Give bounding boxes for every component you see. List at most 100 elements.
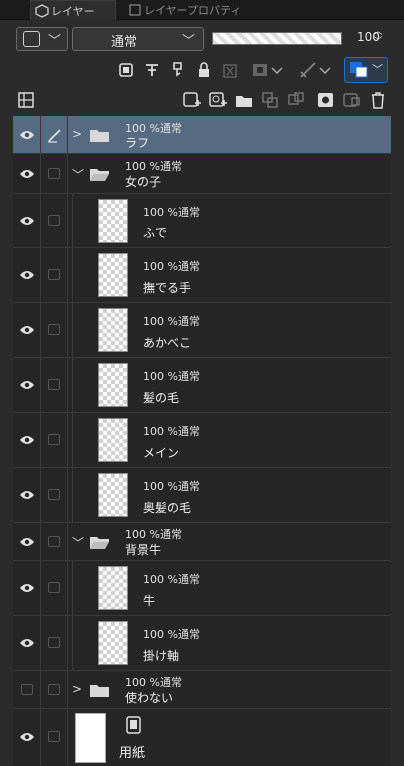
lock-checkbox[interactable] bbox=[48, 379, 60, 390]
layer-settings-row: ﹀ 通常 ﹀ 100 ︿ ﹀ bbox=[0, 24, 404, 54]
draft-layer-icon[interactable] bbox=[142, 60, 162, 80]
layer-row-girl[interactable]: ﹀ 100 %通常 女の子 bbox=[13, 154, 391, 194]
eye-icon[interactable] bbox=[19, 489, 35, 501]
eye-icon[interactable] bbox=[19, 324, 35, 336]
combine-icon[interactable] bbox=[286, 90, 306, 110]
mask-apply-icon[interactable] bbox=[342, 90, 362, 110]
layer-settings-icon[interactable] bbox=[16, 90, 36, 110]
layer-row-rough[interactable]: > 100 %通常 ラフ bbox=[13, 116, 391, 154]
eye-icon[interactable] bbox=[19, 731, 35, 743]
layer-name: 牛 bbox=[143, 594, 156, 608]
opacity-stepper[interactable]: ︿ ﹀ bbox=[371, 27, 385, 49]
layer-row-unused[interactable]: > 100 %通常 使わない bbox=[13, 671, 391, 709]
eye-icon[interactable] bbox=[19, 168, 35, 180]
opacity-slider[interactable] bbox=[212, 32, 342, 45]
layer-name: 使わない bbox=[125, 691, 174, 705]
layer-row-nade[interactable]: 100 %通常 撫でる手 bbox=[13, 248, 391, 303]
lock-checkbox[interactable] bbox=[48, 269, 60, 280]
lock-checkbox[interactable] bbox=[48, 536, 60, 547]
layer-name: 掛け軸 bbox=[143, 649, 180, 663]
expression-color-button[interactable]: ﹀ bbox=[16, 27, 68, 51]
layer-row-paper[interactable]: 用紙 bbox=[13, 709, 391, 766]
property-tab-icon bbox=[129, 4, 141, 16]
layer-thumbnail bbox=[98, 253, 128, 297]
eye-icon[interactable] bbox=[19, 269, 35, 281]
blend-mode-value: 通常 bbox=[111, 35, 138, 50]
layer-name: 用紙 bbox=[119, 746, 146, 761]
chevron-down-icon[interactable] bbox=[270, 60, 284, 80]
new-vector-layer-icon[interactable] bbox=[208, 90, 228, 110]
layer-thumbnail bbox=[98, 418, 128, 462]
eye-icon[interactable] bbox=[19, 582, 35, 594]
lock-checkbox[interactable] bbox=[48, 684, 60, 695]
folder-icon bbox=[90, 130, 109, 142]
chevron-down-icon: ﹀ bbox=[48, 34, 62, 49]
eye-icon[interactable] bbox=[19, 129, 35, 141]
chevron-down-icon[interactable]: ﹀ bbox=[72, 534, 84, 551]
tab-layer-label: レイヤー bbox=[51, 4, 95, 18]
lock-checkbox[interactable] bbox=[48, 731, 60, 742]
layer-list: > 100 %通常 ラフ ﹀ 100 %通常 女の子 100 %通常 ふで 10… bbox=[13, 116, 391, 766]
chevron-right-icon[interactable]: > bbox=[72, 127, 82, 141]
layer-thumbnail bbox=[98, 473, 128, 517]
delete-icon[interactable] bbox=[368, 90, 388, 110]
eye-icon[interactable] bbox=[19, 215, 35, 227]
layer-row-backhair[interactable]: 100 %通常 奥髪の毛 bbox=[13, 468, 391, 523]
lock-checkbox[interactable] bbox=[48, 215, 60, 226]
layer-lock-row: ﹀ bbox=[0, 56, 404, 84]
lock-checkbox[interactable] bbox=[48, 582, 60, 593]
layer-row-fude[interactable]: 100 %通常 ふで bbox=[13, 194, 391, 248]
layer-row-main[interactable]: 100 %通常 メイン bbox=[13, 413, 391, 468]
visibility-checkbox[interactable] bbox=[21, 684, 33, 695]
blend-mode-select[interactable]: 通常 ﹀ bbox=[72, 27, 204, 51]
layer-name: 奥髪の毛 bbox=[143, 501, 192, 515]
layer-name: 髪の毛 bbox=[143, 391, 180, 405]
opacity-slider-fill bbox=[213, 33, 341, 44]
lock-checkbox[interactable] bbox=[48, 489, 60, 500]
tab-layer[interactable]: レイヤー bbox=[30, 0, 116, 20]
layer-tab-icon bbox=[35, 4, 49, 18]
layer-row-bgcow[interactable]: ﹀ 100 %通常 背景牛 bbox=[13, 523, 391, 561]
paper-thumbnail bbox=[75, 713, 106, 763]
lock-checkbox[interactable] bbox=[48, 637, 60, 648]
panel-tab-bar: レイヤー レイヤープロパティ bbox=[0, 0, 404, 20]
mask-create-icon[interactable] bbox=[316, 90, 336, 110]
new-raster-layer-icon[interactable] bbox=[182, 90, 202, 110]
chevron-down-icon[interactable] bbox=[318, 60, 332, 80]
layer-thumbnail bbox=[98, 621, 128, 665]
chevron-down-icon[interactable]: ﹀ bbox=[72, 166, 84, 183]
layer-meta: 100 %通常 bbox=[143, 480, 200, 493]
layer-meta: 100 %通常 bbox=[125, 160, 182, 173]
layer-name: ふで bbox=[143, 226, 168, 240]
mask-icon[interactable] bbox=[250, 60, 270, 80]
reference-layer-icon[interactable] bbox=[116, 60, 136, 80]
layer-row-scroll[interactable]: 100 %通常 掛け軸 bbox=[13, 616, 391, 671]
layer-meta: 100 %通常 bbox=[143, 315, 200, 328]
eye-icon[interactable] bbox=[19, 536, 35, 548]
layer-command-row bbox=[0, 86, 404, 114]
lock-checkbox[interactable] bbox=[48, 434, 60, 445]
layer-thumbnail bbox=[98, 199, 128, 243]
lock-checkbox[interactable] bbox=[48, 324, 60, 335]
layer-row-cow[interactable]: 100 %通常 牛 bbox=[13, 561, 391, 616]
clip-icon[interactable] bbox=[168, 60, 188, 80]
lock-icon[interactable] bbox=[194, 60, 214, 80]
layer-color-button[interactable]: ﹀ bbox=[344, 57, 388, 83]
eye-icon[interactable] bbox=[19, 637, 35, 649]
layer-meta: 100 %通常 bbox=[143, 573, 200, 586]
chevron-right-icon[interactable]: > bbox=[72, 682, 82, 696]
eye-icon[interactable] bbox=[19, 434, 35, 446]
transfer-down-icon[interactable] bbox=[260, 90, 280, 110]
layer-thumbnail bbox=[98, 363, 128, 407]
new-folder-icon[interactable] bbox=[234, 90, 254, 110]
layer-name: メイン bbox=[143, 446, 180, 460]
ruler-icon[interactable] bbox=[298, 60, 318, 80]
folder-open-icon bbox=[90, 169, 109, 181]
lock-checkbox[interactable] bbox=[48, 168, 60, 179]
tab-layer-property[interactable]: レイヤープロパティ bbox=[124, 0, 242, 20]
layer-row-akabeko[interactable]: 100 %通常 あかべこ bbox=[13, 303, 391, 358]
lock-transparent-icon[interactable] bbox=[220, 60, 240, 80]
layer-row-hair[interactable]: 100 %通常 髪の毛 bbox=[13, 358, 391, 413]
chevron-down-icon: ﹀ bbox=[181, 34, 195, 49]
eye-icon[interactable] bbox=[19, 379, 35, 391]
